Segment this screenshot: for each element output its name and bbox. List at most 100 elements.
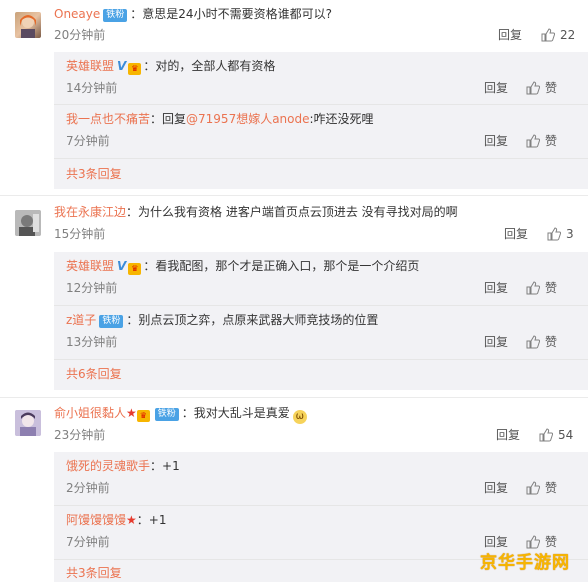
- reply-text-line: 英雄联盟 V ♛ ：看我配图，那个才是正确入口，那个是一个介绍页: [66, 257, 576, 275]
- username[interactable]: z道子: [66, 313, 96, 327]
- site-watermark: 京华手游网: [480, 553, 570, 573]
- thumbs-up-icon: [526, 535, 540, 549]
- star-icon: ★: [126, 406, 137, 420]
- reply-item: z道子 铁粉 ：别点云顶之弈，点原来武器大师竞技场的位置 13分钟前 回复 赞: [66, 306, 576, 358]
- reply-meta: 14分钟前 回复 赞: [66, 79, 576, 97]
- timestamp: 23分钟前: [54, 428, 106, 442]
- reply-meta: 2分钟前 回复 赞: [66, 479, 576, 497]
- like-label: 赞: [545, 281, 558, 295]
- reply-text-line: 我一点也不痛苦：回复@71957想嫁人anode:咋还没死哩: [66, 110, 576, 128]
- timestamp: 14分钟前: [66, 81, 118, 95]
- comment-divider: [0, 195, 588, 196]
- like-button[interactable]: 赞: [526, 279, 557, 297]
- like-count: 3: [566, 227, 574, 241]
- timestamp: 15分钟前: [54, 227, 106, 241]
- like-label: 赞: [545, 535, 558, 549]
- reply-text-line: 阿馒馒馒馒★：+1: [66, 511, 576, 529]
- reply-item: 英雄联盟 V ♛ ：看我配图，那个才是正确入口，那个是一个介绍页 12分钟前 回复 赞: [66, 252, 576, 304]
- comment-text: ：我对大乱斗是真爱: [181, 406, 290, 420]
- thumbs-up-icon: [539, 428, 553, 442]
- reply-button[interactable]: 回复: [484, 333, 508, 351]
- fan-badge[interactable]: 铁粉: [154, 408, 179, 421]
- username[interactable]: 俞小姐很黏人: [54, 406, 126, 420]
- star-icon: ★: [126, 513, 137, 527]
- thumbs-up-icon: [526, 335, 540, 349]
- more-replies-link[interactable]: 共3条回复: [66, 165, 122, 183]
- username[interactable]: 我在永康江边: [54, 205, 126, 219]
- comment-meta: 23分钟前 回复 54: [54, 426, 578, 444]
- timestamp: 2分钟前: [66, 481, 110, 495]
- avatar[interactable]: [15, 410, 41, 436]
- reply-meta: 7分钟前 回复 赞: [66, 132, 576, 150]
- avatar[interactable]: [15, 12, 41, 38]
- divider: [54, 158, 588, 159]
- reply-text: :咋还没死哩: [309, 112, 374, 126]
- divider: [54, 359, 588, 360]
- reply-button[interactable]: 回复: [484, 279, 508, 297]
- reply-text-line: 英雄联盟 V ♛ ：对的，全部人都有资格: [66, 57, 576, 75]
- like-button[interactable]: 22: [541, 26, 575, 44]
- reply-text: ：+1: [136, 513, 167, 527]
- reply-item: 饿死的灵魂歌手：+1 2分钟前 回复 赞: [66, 452, 576, 504]
- vip-crown-icon: ♛: [128, 263, 142, 275]
- like-button[interactable]: 54: [539, 426, 573, 444]
- comment-divider: [0, 397, 588, 398]
- like-button[interactable]: 赞: [526, 132, 557, 150]
- reply-item: 英雄联盟 V ♛ ：对的，全部人都有资格 14分钟前 回复 赞: [66, 52, 576, 104]
- comment-text: ：意思是24小时不需要资格谁都可以?: [130, 7, 332, 21]
- like-label: 赞: [545, 335, 558, 349]
- username[interactable]: Oneaye: [54, 7, 100, 21]
- like-button[interactable]: 赞: [526, 79, 557, 97]
- vip-crown-icon: ♛: [136, 410, 150, 422]
- username[interactable]: 英雄联盟: [66, 59, 114, 73]
- timestamp: 7分钟前: [66, 134, 110, 148]
- like-count: 22: [560, 28, 576, 42]
- thumbs-up-icon: [526, 481, 540, 495]
- thumbs-up-icon: [547, 227, 561, 241]
- like-count: 54: [558, 428, 574, 442]
- reply-meta: 12分钟前 回复 赞: [66, 279, 576, 297]
- reply-text-line: z道子 铁粉 ：别点云顶之弈，点原来武器大师竞技场的位置: [66, 311, 576, 329]
- reply-button[interactable]: 回复: [496, 426, 520, 444]
- thumbs-up-icon: [526, 281, 540, 295]
- reply-button[interactable]: 回复: [498, 26, 522, 44]
- reply-text-line: 饿死的灵魂歌手：+1: [66, 457, 576, 475]
- thumbs-up-icon: [541, 28, 555, 42]
- username[interactable]: 阿馒馒馒馒: [66, 513, 126, 527]
- reply-button[interactable]: 回复: [484, 479, 508, 497]
- comment-meta: 20分钟前 回复 22: [54, 26, 578, 44]
- more-replies-link[interactable]: 共6条回复: [66, 365, 122, 383]
- fan-badge[interactable]: 铁粉: [103, 9, 128, 22]
- username[interactable]: 英雄联盟: [66, 259, 114, 273]
- timestamp: 12分钟前: [66, 281, 118, 295]
- mention-link[interactable]: @71957想嫁人anode: [186, 112, 309, 126]
- reply-button[interactable]: 回复: [504, 225, 528, 243]
- reply-text: ：对的，全部人都有资格: [143, 59, 276, 73]
- like-label: 赞: [545, 481, 558, 495]
- like-button[interactable]: 3: [547, 225, 574, 243]
- like-button[interactable]: 赞: [526, 333, 557, 351]
- like-label: 赞: [545, 134, 558, 148]
- thumbs-up-icon: [526, 81, 540, 95]
- verified-icon: V: [117, 259, 127, 273]
- reply-text: ：看我配图，那个才是正确入口，那个是一个介绍页: [143, 259, 420, 273]
- reply-box: 英雄联盟 V ♛ ：对的，全部人都有资格 14分钟前 回复 赞 我一点也不痛苦：回复@…: [54, 52, 588, 189]
- emoji-icon: ω: [292, 410, 307, 424]
- fan-badge[interactable]: 铁粉: [99, 315, 124, 328]
- reply-button[interactable]: 回复: [484, 132, 508, 150]
- username[interactable]: 饿死的灵魂歌手: [66, 459, 150, 473]
- more-replies-link[interactable]: 共3条回复: [66, 564, 122, 582]
- reply-text: ：+1: [150, 459, 180, 473]
- reply-item: 我一点也不痛苦：回复@71957想嫁人anode:咋还没死哩 7分钟前 回复 赞: [66, 105, 576, 157]
- verified-icon: V: [117, 59, 127, 73]
- reply-meta: 13分钟前 回复 赞: [66, 333, 576, 351]
- vip-crown-icon: ♛: [128, 63, 142, 75]
- comment-meta: 15分钟前 回复 3: [54, 225, 578, 243]
- avatar[interactable]: [15, 210, 41, 236]
- username[interactable]: 我一点也不痛苦: [66, 112, 150, 126]
- comment-text: ：为什么我有资格 进客户端首页点云顶进去 没有寻找对局的啊: [126, 205, 458, 219]
- reply-prefix: ：回复: [150, 112, 187, 126]
- timestamp: 13分钟前: [66, 335, 118, 349]
- like-button[interactable]: 赞: [526, 479, 557, 497]
- reply-button[interactable]: 回复: [484, 79, 508, 97]
